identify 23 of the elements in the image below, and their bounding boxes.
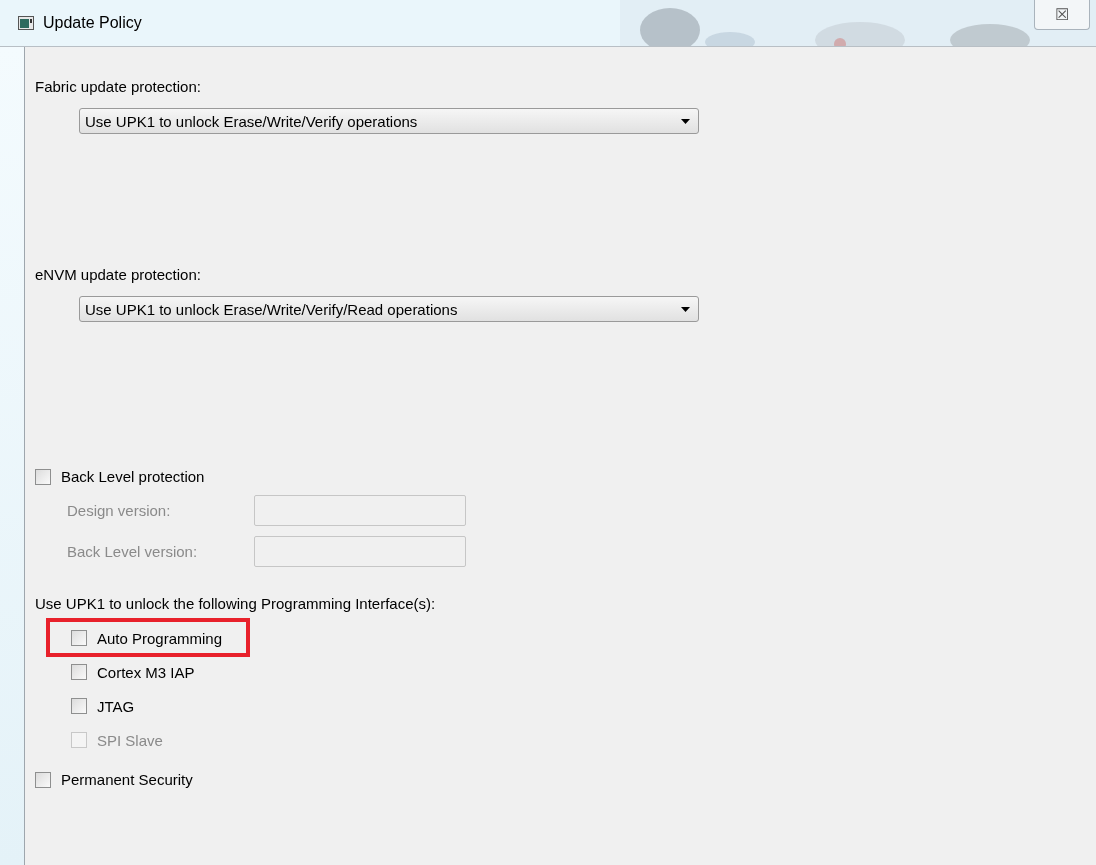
checkbox[interactable] bbox=[71, 630, 87, 646]
checkbox-label: JTAG bbox=[97, 697, 135, 715]
field-label: Fabric update protection: bbox=[35, 77, 201, 97]
checkbox-label: Auto Programming bbox=[97, 629, 223, 647]
field-label: Design version: bbox=[67, 502, 172, 519]
close-button[interactable]: ☒ bbox=[1034, 0, 1090, 30]
window-title: Update Policy bbox=[43, 14, 142, 32]
checkbox[interactable] bbox=[35, 468, 51, 485]
field-label: eNVM update protection: bbox=[35, 265, 201, 285]
checkbox-label: Back Level protection bbox=[61, 468, 205, 485]
checkbox[interactable] bbox=[71, 664, 87, 680]
dropdown[interactable]: Use UPK1 to unlock Erase/Write/Verify operations bbox=[79, 108, 699, 134]
dropdown-arrow-icon bbox=[681, 118, 690, 124]
section-label: Use UPK1 to unlock the following Programming Interface(s): bbox=[35, 594, 436, 614]
checkbox-label: Cortex M3 IAP bbox=[97, 663, 195, 681]
window-icon bbox=[18, 16, 34, 30]
checkbox-label: SPI Slave bbox=[97, 731, 163, 749]
field-label: Back Level version: bbox=[67, 543, 199, 560]
checkbox[interactable] bbox=[71, 698, 87, 714]
checkbox-label: Permanent Security bbox=[61, 771, 193, 788]
dropdown-arrow-icon bbox=[681, 306, 690, 312]
dropdown[interactable]: Use UPK1 to unlock Erase/Write/Verify/Read operations bbox=[79, 296, 699, 322]
checkbox[interactable] bbox=[35, 771, 51, 788]
